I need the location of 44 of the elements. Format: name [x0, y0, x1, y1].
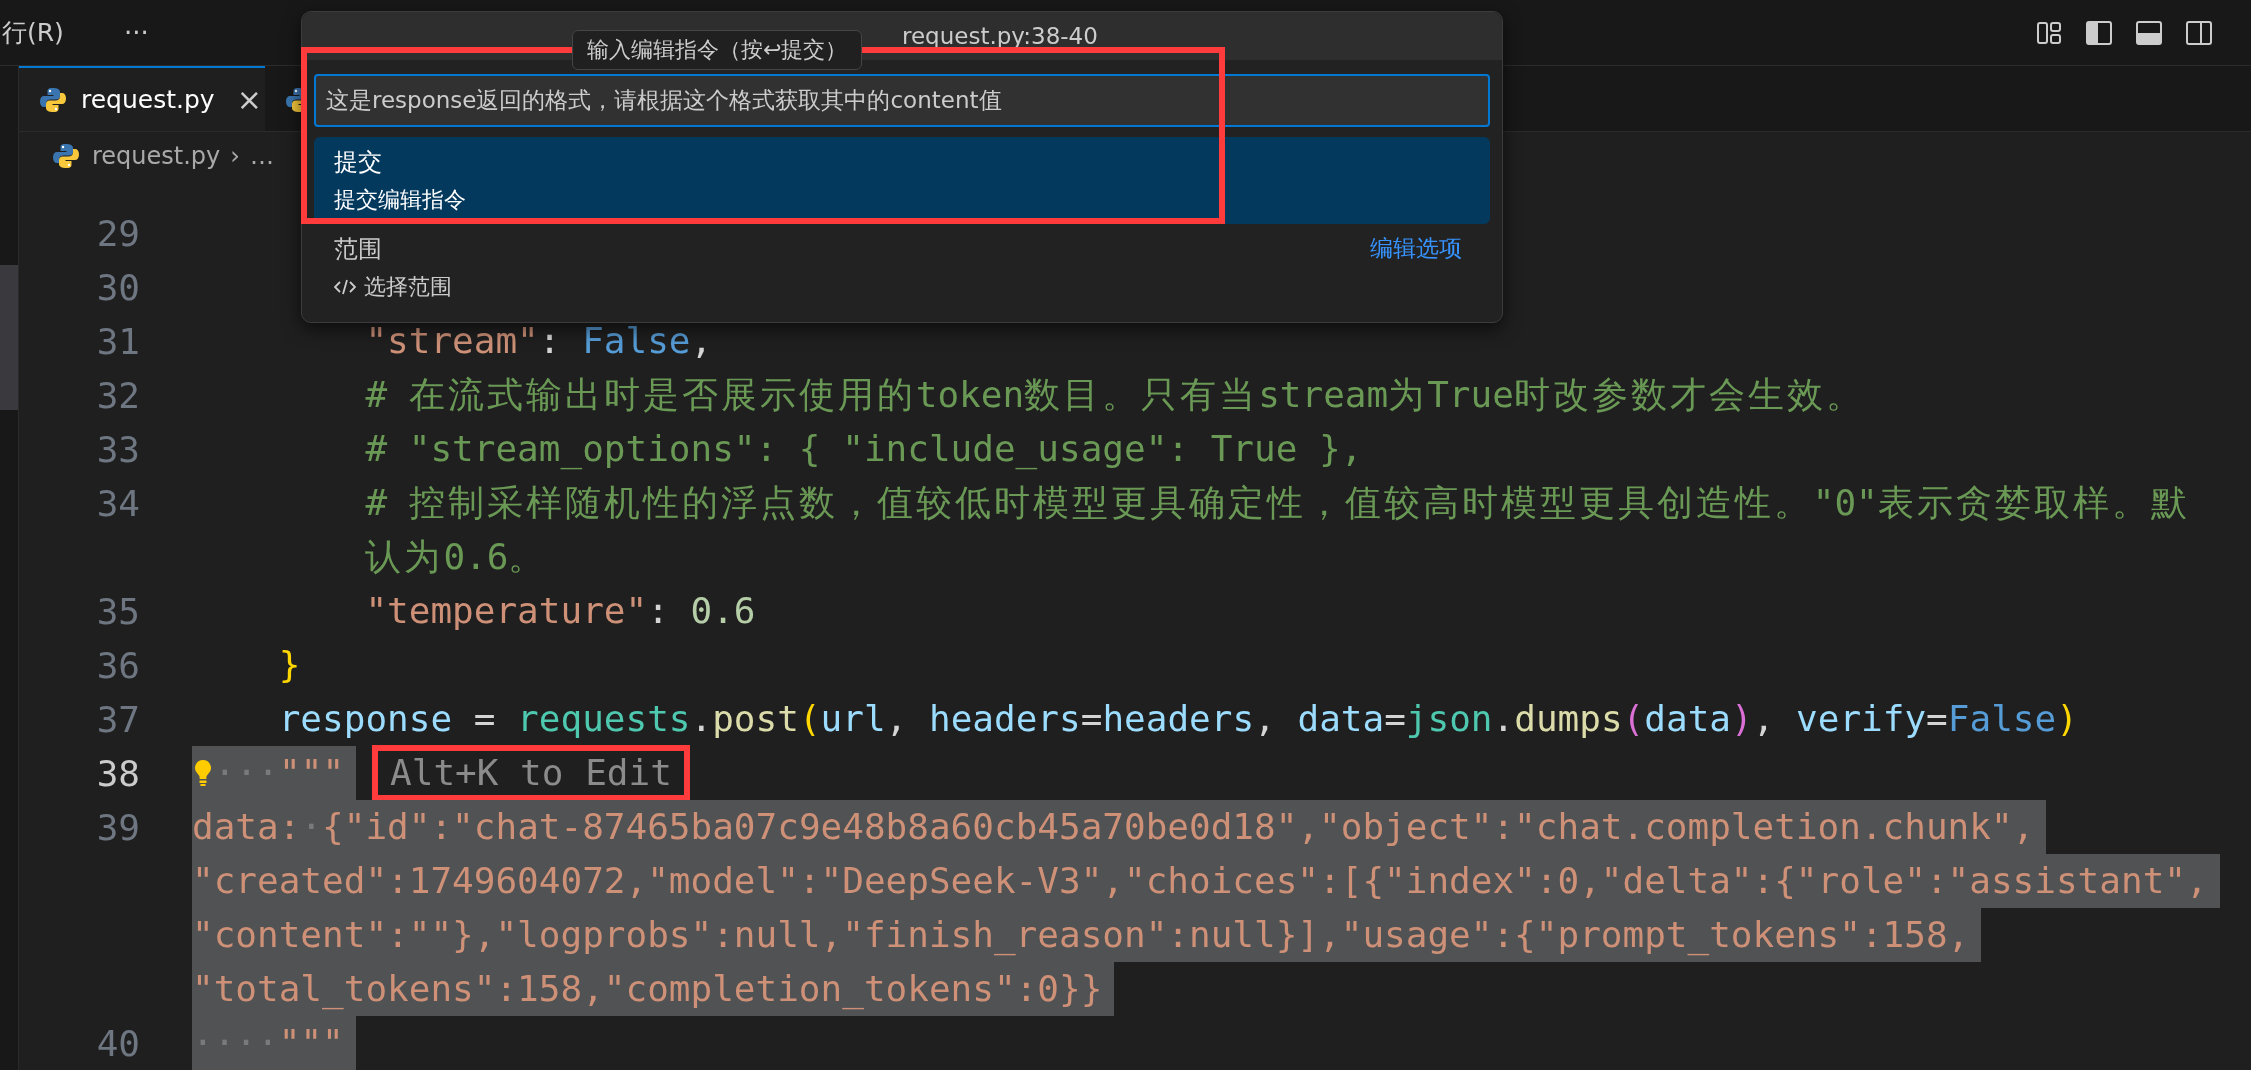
item-description: 选择范围: [364, 272, 452, 301]
close-icon[interactable]: ×: [236, 82, 262, 118]
line-number: 35: [95, 590, 140, 632]
file-type-icon: [285, 85, 301, 114]
sidebar-toggle-icon[interactable]: [2085, 18, 2113, 47]
list-item[interactable]: 提交 提交编辑指令: [314, 137, 1490, 224]
code-icon: [334, 277, 356, 296]
line-number: 34: [95, 482, 140, 524]
code-line: "stream": False,: [365, 319, 713, 363]
more-button[interactable]: ···: [115, 13, 157, 52]
editor-tab[interactable]: request.py ×: [19, 66, 265, 132]
line-number: 29: [95, 212, 140, 254]
line-number: 31: [95, 320, 140, 362]
inline-hint: Alt+K to Edit: [372, 745, 690, 801]
breadcrumb-item[interactable]: request.py: [92, 141, 221, 170]
code-line: "temperature": 0.6: [365, 589, 756, 633]
input-field[interactable]: 这是response返回的格式，请根据这个格式获取其中的content值: [314, 74, 1490, 127]
line-number: 37: [95, 698, 140, 740]
file-type-icon: [39, 85, 67, 114]
item-description: 提交编辑指令: [334, 185, 466, 214]
list-item[interactable]: 范围 编辑选项 选择范围: [314, 224, 1490, 311]
item-label: 提交: [334, 146, 382, 178]
line-number: 38: [95, 752, 140, 794]
item-label: 范围: [334, 233, 382, 265]
line-number: 30: [95, 266, 140, 308]
code-line: response = requests.post(url, headers=headers, data=json.dumps(data), verify=False): [278, 697, 2078, 741]
menu-item[interactable]: 行(R): [2, 16, 64, 49]
line-number: 32: [95, 374, 140, 416]
scrollbar-thumb[interactable]: [0, 265, 18, 410]
tooltip: 输入编辑指令（按↩提交）: [572, 30, 863, 70]
code-line: }: [278, 643, 301, 687]
breadcrumb-separator: ›: [230, 141, 240, 170]
line-number: 40: [95, 1022, 140, 1064]
edit-options-link[interactable]: 编辑选项: [1370, 233, 1462, 264]
code-line: # 控制采样随机性的浮点数，值较低时模型更具确定性，值较高时模型更具创造性。"0"表示贪婪取样。默: [365, 481, 2190, 525]
file-type-icon: [52, 141, 80, 170]
line-number: 36: [95, 644, 140, 686]
code-line: # "stream_options": { "include_usage": True },: [365, 427, 1363, 472]
line-number: 39: [95, 806, 140, 848]
breadcrumb-item[interactable]: …: [249, 141, 274, 170]
panel-toggle-icon[interactable]: [2135, 18, 2163, 47]
line-number: 33: [95, 428, 140, 470]
sidebar-toggle-icon[interactable]: [2185, 18, 2213, 47]
code-line: 认为0.6。: [365, 535, 548, 579]
